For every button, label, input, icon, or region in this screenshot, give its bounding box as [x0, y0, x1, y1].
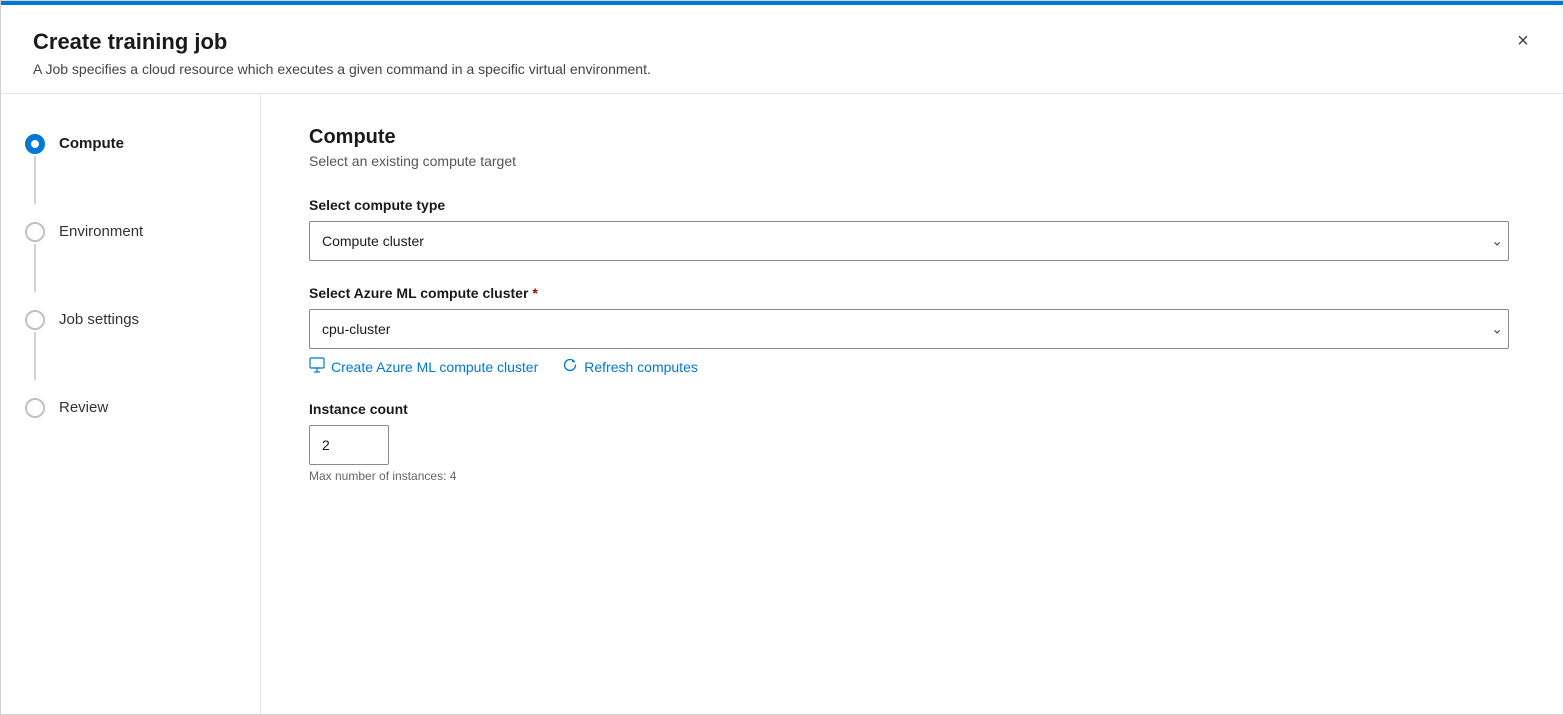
- monitor-icon: [309, 357, 325, 377]
- instance-count-input[interactable]: [309, 425, 389, 465]
- step-label-review: Review: [59, 398, 108, 416]
- compute-type-label: Select compute type: [309, 197, 1515, 213]
- step-circle-compute: [25, 134, 45, 154]
- step-label-environment: Environment: [59, 222, 143, 240]
- refresh-label: Refresh computes: [584, 359, 698, 375]
- step-label-compute: Compute: [59, 134, 124, 152]
- section-subtitle: Select an existing compute target: [309, 153, 1515, 169]
- compute-type-select[interactable]: Compute cluster Compute instance Serverl…: [309, 221, 1509, 261]
- sidebar-item-environment[interactable]: Environment: [25, 214, 236, 302]
- step-circle-job-settings: [25, 310, 45, 330]
- sidebar: Compute Environment Job settings: [1, 94, 261, 714]
- refresh-icon: [562, 357, 578, 377]
- step-connector-2: [34, 244, 36, 292]
- step-connector-3: [34, 332, 36, 380]
- step-indicator-job-settings: [25, 310, 45, 382]
- instance-count-group: Instance count Max number of instances: …: [309, 401, 1515, 483]
- cluster-select[interactable]: cpu-cluster: [309, 309, 1509, 349]
- step-indicator-environment: [25, 222, 45, 294]
- refresh-computes-link[interactable]: Refresh computes: [562, 357, 698, 377]
- main-content: Compute Select an existing compute targe…: [261, 94, 1563, 714]
- dialog-header: Create training job A Job specifies a cl…: [1, 5, 1563, 94]
- compute-type-group: Select compute type Compute cluster Comp…: [309, 197, 1515, 261]
- step-connector-1: [34, 156, 36, 204]
- cluster-label: Select Azure ML compute cluster*: [309, 285, 1515, 301]
- create-cluster-link[interactable]: Create Azure ML compute cluster: [309, 357, 538, 377]
- cluster-select-group: Select Azure ML compute cluster* cpu-clu…: [309, 285, 1515, 377]
- sidebar-item-compute[interactable]: Compute: [25, 126, 236, 214]
- instance-count-label: Instance count: [309, 401, 1515, 417]
- step-label-job-settings: Job settings: [59, 310, 139, 328]
- section-title: Compute: [309, 126, 1515, 149]
- dialog-title: Create training job: [33, 29, 1531, 55]
- dialog-subtitle: A Job specifies a cloud resource which e…: [33, 61, 1531, 77]
- instance-count-hint: Max number of instances: 4: [309, 469, 1515, 483]
- action-links: Create Azure ML compute cluster Refresh …: [309, 357, 1515, 377]
- create-training-job-dialog: Create training job A Job specifies a cl…: [0, 0, 1564, 715]
- step-circle-environment: [25, 222, 45, 242]
- dialog-body: Compute Environment Job settings: [1, 94, 1563, 714]
- cluster-select-wrapper: cpu-cluster ⌄: [309, 309, 1515, 349]
- compute-type-select-wrapper: Compute cluster Compute instance Serverl…: [309, 221, 1515, 261]
- step-circle-review: [25, 398, 45, 418]
- create-cluster-label: Create Azure ML compute cluster: [331, 359, 538, 375]
- step-indicator-compute: [25, 134, 45, 206]
- close-button[interactable]: ×: [1507, 25, 1539, 57]
- required-indicator: *: [532, 285, 537, 301]
- sidebar-item-review[interactable]: Review: [25, 390, 236, 426]
- sidebar-item-job-settings[interactable]: Job settings: [25, 302, 236, 390]
- step-indicator-review: [25, 398, 45, 418]
